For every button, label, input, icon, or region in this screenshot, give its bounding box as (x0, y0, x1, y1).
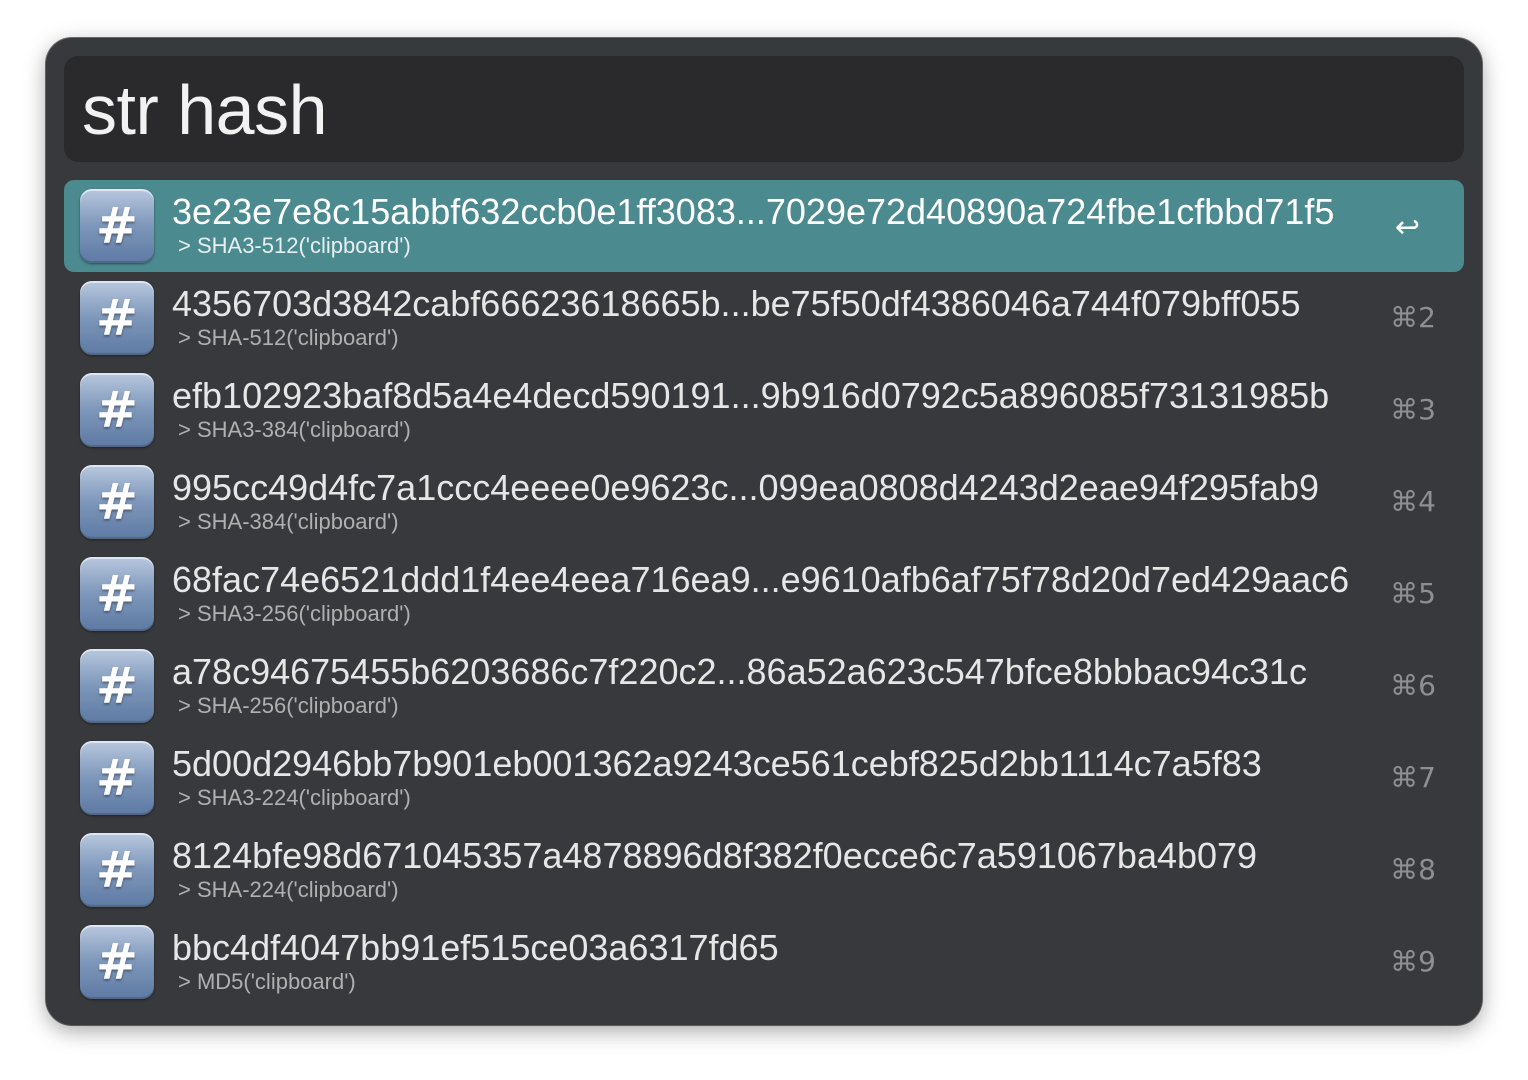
result-title: 4356703d3842cabf66623618665b...be75f50df… (172, 283, 1301, 324)
result-subtitle: > SHA-224('clipboard') (178, 877, 399, 902)
result-title: 8124bfe98d671045357a4878896d8f382f0ecce6… (172, 835, 1258, 876)
result-subtitle: > SHA-512('clipboard') (178, 325, 399, 350)
result-subtitle: > SHA3-512('clipboard') (178, 233, 411, 258)
search-input[interactable]: str hash (82, 70, 328, 150)
result-shortcut: ⌘5 (1390, 577, 1436, 610)
hash-icon: # (80, 189, 154, 263)
result-shortcut: ⌘4 (1390, 485, 1436, 518)
result-subtitle: > SHA-256('clipboard') (178, 693, 399, 718)
result-row[interactable]: # 4356703d3842cabf66623618665b...be75f50… (64, 272, 1464, 364)
result-subtitle: > SHA3-384('clipboard') (178, 417, 411, 442)
result-row[interactable]: # 5d00d2946bb7b901eb001362a9243ce561cebf… (64, 732, 1464, 824)
return-key-icon: ↩ (1394, 210, 1420, 245)
launcher-window: str hash # 3e23e7e8c15abbf632ccb0e1ff308… (46, 38, 1482, 1025)
result-title: bbc4df4047bb91ef515ce03a6317fd65 (172, 927, 779, 968)
result-row[interactable]: # a78c94675455b6203686c7f220c2...86a52a6… (64, 640, 1464, 732)
result-subtitle: > SHA3-224('clipboard') (178, 785, 411, 810)
result-shortcut: ⌘2 (1390, 301, 1436, 334)
result-subtitle: > SHA3-256('clipboard') (178, 601, 411, 626)
result-shortcut: ⌘9 (1390, 945, 1436, 978)
result-title: 5d00d2946bb7b901eb001362a9243ce561cebf82… (172, 743, 1262, 784)
hash-icon: # (80, 649, 154, 723)
result-row[interactable]: # 995cc49d4fc7a1ccc4eeee0e9623c...099ea0… (64, 456, 1464, 548)
result-row[interactable]: # 8124bfe98d671045357a4878896d8f382f0ecc… (64, 824, 1464, 916)
search-box[interactable]: str hash (64, 56, 1464, 162)
result-row-selected[interactable]: # 3e23e7e8c15abbf632ccb0e1ff3083...7029e… (64, 180, 1464, 272)
result-title: 995cc49d4fc7a1ccc4eeee0e9623c...099ea080… (172, 467, 1320, 508)
hash-icon: # (80, 281, 154, 355)
hash-icon: # (80, 373, 154, 447)
result-row[interactable]: # bbc4df4047bb91ef515ce03a6317fd65 > MD5… (64, 916, 1464, 1008)
result-row[interactable]: # efb102923baf8d5a4e4decd590191...9b916d… (64, 364, 1464, 456)
result-row[interactable]: # 68fac74e6521ddd1f4ee4eea716ea9...e9610… (64, 548, 1464, 640)
result-subtitle: > SHA-384('clipboard') (178, 509, 399, 534)
result-shortcut: ⌘8 (1390, 853, 1436, 886)
result-shortcut: ⌘7 (1390, 761, 1436, 794)
result-title: a78c94675455b6203686c7f220c2...86a52a623… (172, 651, 1308, 692)
result-title: 68fac74e6521ddd1f4ee4eea716ea9...e9610af… (172, 559, 1350, 600)
result-shortcut: ⌘3 (1390, 393, 1436, 426)
results-list: # 3e23e7e8c15abbf632ccb0e1ff3083...7029e… (64, 180, 1464, 1008)
result-title: 3e23e7e8c15abbf632ccb0e1ff3083...7029e72… (172, 191, 1335, 232)
hash-icon: # (80, 741, 154, 815)
hash-icon: # (80, 557, 154, 631)
result-subtitle: > MD5('clipboard') (178, 969, 356, 994)
hash-icon: # (80, 925, 154, 999)
result-title: efb102923baf8d5a4e4decd590191...9b916d07… (172, 375, 1330, 416)
result-shortcut: ⌘6 (1390, 669, 1436, 702)
hash-icon: # (80, 833, 154, 907)
hash-icon: # (80, 465, 154, 539)
